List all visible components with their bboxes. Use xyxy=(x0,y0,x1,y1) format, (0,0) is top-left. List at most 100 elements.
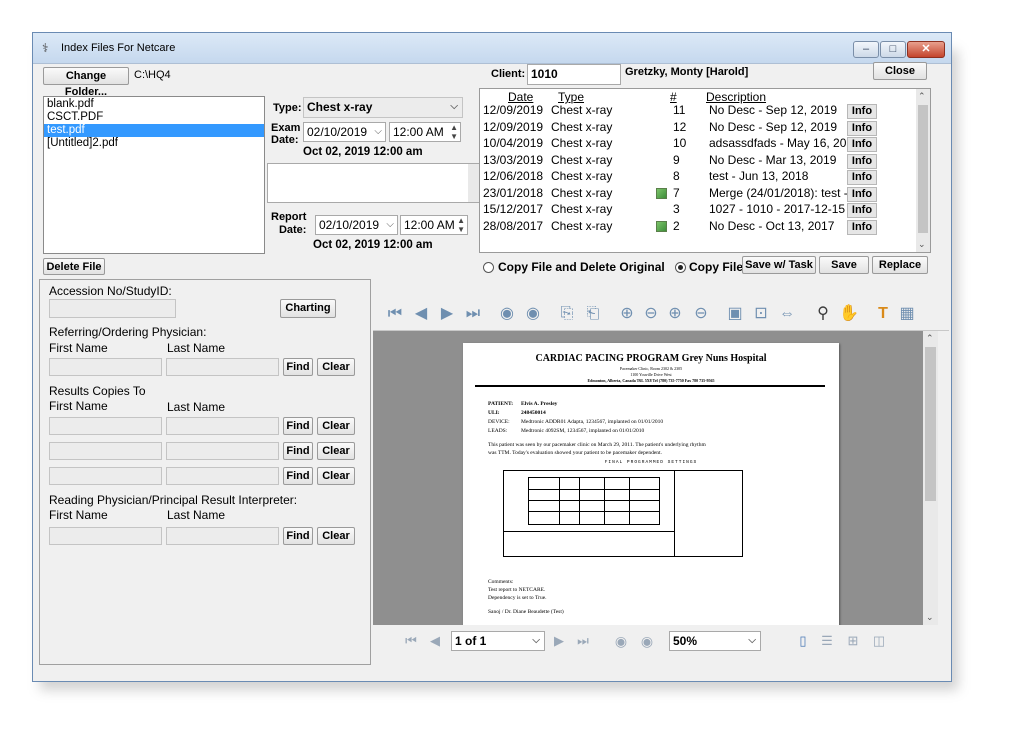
minimize-button[interactable]: – xyxy=(853,41,879,58)
copies-first-name-input-2[interactable] xyxy=(49,442,162,460)
zoom-out-icon[interactable]: ⊖ xyxy=(641,304,661,324)
reading-first-name-input[interactable] xyxy=(49,527,162,545)
report-date-input[interactable]: 02/10/2019 ⌵ xyxy=(315,215,398,235)
paste-icon[interactable]: ⎗ xyxy=(583,304,603,324)
spinner-icon[interactable]: ▲ ▼ xyxy=(457,216,465,234)
charting-button[interactable]: Charting xyxy=(280,299,336,318)
file-item[interactable]: blank.pdf xyxy=(44,98,264,111)
copies-first-name-input-1[interactable] xyxy=(49,417,162,435)
notes-textarea[interactable] xyxy=(267,163,481,203)
facing-pages-icon[interactable]: ⊞ xyxy=(843,631,863,651)
copy-file-label[interactable]: Copy File xyxy=(689,260,743,274)
close-window-button[interactable]: ✕ xyxy=(907,41,945,58)
copies-last-name-input-1[interactable] xyxy=(166,417,279,435)
scroll-up-icon[interactable]: ⌃ xyxy=(918,91,926,102)
continuous-page-icon[interactable]: ☰ xyxy=(817,631,837,651)
accession-input[interactable] xyxy=(49,299,176,318)
report-time-input[interactable]: 12:00 AM ▲ ▼ xyxy=(400,215,468,235)
zoom-minus-icon[interactable]: ⊖ xyxy=(691,304,711,324)
next-page-icon[interactable]: ▶ xyxy=(437,304,457,324)
file-item[interactable]: CSCT.PDF xyxy=(44,111,264,124)
info-button[interactable]: Info xyxy=(847,104,877,119)
last-page-icon[interactable]: ⏭ xyxy=(573,631,593,651)
exams-scrollbar[interactable]: ⌃ ⌄ xyxy=(916,89,930,252)
file-item[interactable]: [Untitled]2.pdf xyxy=(44,137,264,150)
info-button[interactable]: Info xyxy=(847,137,877,152)
copies-last-name-input-3[interactable] xyxy=(166,467,279,485)
find-button[interactable]: Find xyxy=(283,467,313,485)
client-input[interactable]: 1010 xyxy=(527,64,621,85)
rotate-right-icon[interactable]: ◉ xyxy=(523,304,543,324)
info-button[interactable]: Info xyxy=(847,120,877,136)
zoom-in-icon[interactable]: ⊕ xyxy=(617,304,637,324)
find-button[interactable]: Find xyxy=(283,358,313,376)
info-button[interactable]: Info xyxy=(847,203,877,218)
rotate-right-icon[interactable]: ◉ xyxy=(637,631,657,651)
maximize-button[interactable]: □ xyxy=(880,41,906,58)
page-select[interactable]: 1 of 1 ⌵ xyxy=(451,631,545,651)
clear-button[interactable]: Clear xyxy=(317,417,355,435)
copies-first-name-input-3[interactable] xyxy=(49,467,162,485)
info-button[interactable]: Info xyxy=(847,219,877,235)
find-button[interactable]: Find xyxy=(283,417,313,435)
scroll-up-icon[interactable]: ⌃ xyxy=(926,333,934,344)
first-page-icon[interactable]: ⏮ xyxy=(385,304,405,324)
viewer-scrollbar[interactable]: ⌃ ⌄ xyxy=(923,331,938,625)
rotate-left-icon[interactable]: ◉ xyxy=(497,304,517,324)
exam-date-cell: 12/09/2019 xyxy=(483,119,544,134)
clear-button[interactable]: Clear xyxy=(317,358,355,376)
fit-width-icon[interactable]: ⇔ xyxy=(777,304,797,324)
delete-file-button[interactable]: Delete File xyxy=(43,258,105,275)
text-select-icon[interactable]: T xyxy=(873,304,893,324)
copy-delete-label[interactable]: Copy File and Delete Original xyxy=(498,260,665,274)
save-with-task-button[interactable]: Save w/ Task xyxy=(742,256,816,274)
binoculars-icon[interactable]: ⚲ xyxy=(813,304,833,324)
copy-icon[interactable]: ⎘ xyxy=(557,304,577,324)
pdf-viewer[interactable]: CARDIAC PACING PROGRAM Grey Nuns Hospita… xyxy=(373,331,938,625)
image-icon[interactable]: ▦ xyxy=(897,304,917,324)
referring-first-name-input[interactable] xyxy=(49,358,162,376)
first-page-icon[interactable]: ⏮ xyxy=(401,631,421,651)
save-button[interactable]: Save xyxy=(819,256,869,274)
scroll-down-icon[interactable]: ⌄ xyxy=(926,612,934,623)
clear-button[interactable]: Clear xyxy=(317,442,355,460)
prev-page-icon[interactable]: ◀ xyxy=(425,631,445,651)
referring-last-name-input[interactable] xyxy=(166,358,279,376)
type-select[interactable]: Chest x-ray ⌵ xyxy=(303,97,463,118)
fit-page-icon[interactable]: ▣ xyxy=(725,304,745,324)
file-list[interactable]: blank.pdf CSCT.PDF test.pdf [Untitled]2.… xyxy=(43,96,265,254)
last-page-icon[interactable]: ⏭ xyxy=(463,304,483,324)
next-page-icon[interactable]: ▶ xyxy=(549,631,569,651)
exam-time-input[interactable]: 12:00 AM ▲ ▼ xyxy=(389,122,461,142)
scroll-thumb[interactable] xyxy=(925,347,936,501)
info-button[interactable]: Info xyxy=(847,170,877,185)
file-item-selected[interactable]: test.pdf xyxy=(44,124,264,137)
copy-file-radio[interactable] xyxy=(675,262,686,273)
scroll-thumb[interactable] xyxy=(918,105,928,233)
info-button[interactable]: Info xyxy=(847,186,877,202)
book-view-icon[interactable]: ◫ xyxy=(869,631,889,651)
hand-icon[interactable]: ✋ xyxy=(839,304,859,324)
doc-comments-2: Dependency is set to True. xyxy=(488,595,547,601)
clear-button[interactable]: Clear xyxy=(317,527,355,545)
spinner-icon[interactable]: ▲ ▼ xyxy=(450,123,458,141)
copies-last-name-input-2[interactable] xyxy=(166,442,279,460)
zoom-plus-icon[interactable]: ⊕ xyxy=(665,304,685,324)
find-button[interactable]: Find xyxy=(283,442,313,460)
copy-delete-radio[interactable] xyxy=(483,262,494,273)
zoom-select[interactable]: 50% ⌵ xyxy=(669,631,761,651)
close-button[interactable]: Close xyxy=(873,62,927,80)
scroll-down-icon[interactable]: ⌄ xyxy=(918,239,926,250)
clear-button[interactable]: Clear xyxy=(317,467,355,485)
prev-page-icon[interactable]: ◀ xyxy=(411,304,431,324)
info-button[interactable]: Info xyxy=(847,153,877,169)
reading-last-name-input[interactable] xyxy=(166,527,279,545)
rotate-left-icon[interactable]: ◉ xyxy=(611,631,631,651)
fit-all-icon[interactable]: ⊡ xyxy=(751,304,771,324)
replace-button[interactable]: Replace xyxy=(872,256,928,274)
single-page-icon[interactable]: ▯ xyxy=(793,631,813,651)
change-folder-button[interactable]: Change Folder... xyxy=(43,67,129,98)
exam-date-input[interactable]: 02/10/2019 ⌵ xyxy=(303,122,386,142)
exams-table[interactable]: Date Type # Description 12/09/2019 Chest … xyxy=(479,88,931,253)
find-button[interactable]: Find xyxy=(283,527,313,545)
